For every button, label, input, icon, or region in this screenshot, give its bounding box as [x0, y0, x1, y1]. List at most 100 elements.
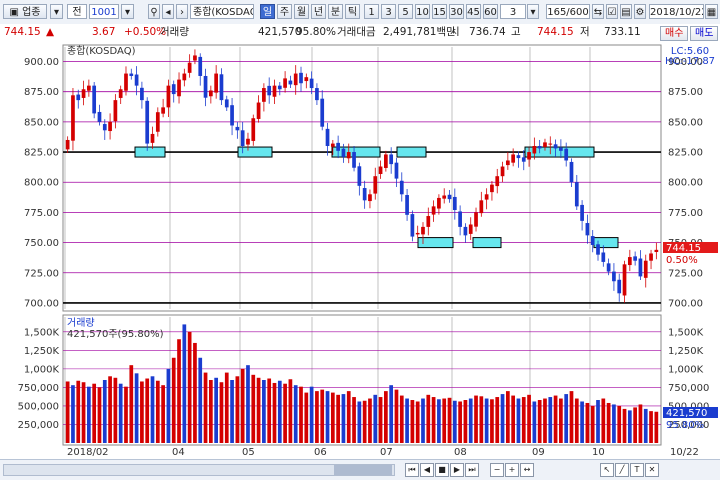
candle-body	[272, 85, 277, 97]
volume-bar	[92, 383, 97, 443]
interval-60[interactable]: 60	[483, 4, 498, 19]
calendar-icon[interactable]: ▦	[705, 4, 718, 19]
settings-icon[interactable]: ⚙	[634, 4, 646, 19]
last-icon[interactable]: ⏭	[465, 463, 479, 477]
candle-body	[293, 73, 298, 86]
volume-bar	[277, 380, 282, 443]
candle-body	[166, 85, 171, 108]
compare-icon[interactable]: ⇆	[592, 4, 604, 19]
volume-bar	[415, 401, 420, 443]
candle-body	[219, 74, 224, 101]
sector-list-button[interactable]: ▾	[50, 4, 63, 19]
period-week[interactable]: 주	[277, 4, 292, 19]
interval-5[interactable]: 5	[398, 4, 413, 19]
volume-bar	[548, 397, 553, 443]
candle-body	[81, 89, 86, 98]
candle-body	[92, 85, 97, 114]
period-minute[interactable]: 분	[328, 4, 343, 19]
chart-background	[0, 41, 720, 459]
code-dropdown-icon[interactable]: ▾	[121, 4, 134, 19]
count-field[interactable]: 165/600	[546, 4, 590, 19]
volume-bar	[161, 385, 165, 443]
candle-body	[65, 139, 70, 150]
chart-canvas[interactable]: 700.00700.00725.00725.00750.00750.00775.…	[0, 41, 720, 459]
candle-body	[230, 105, 234, 126]
candle-body	[267, 85, 272, 96]
period-day[interactable]: 일	[260, 4, 275, 19]
interval-10[interactable]: 10	[415, 4, 430, 19]
volume-bar	[203, 372, 208, 443]
interval-15[interactable]: 15	[432, 4, 447, 19]
last-volume-pct: 95.80%	[666, 420, 704, 431]
period-tick[interactable]: 틱	[345, 4, 360, 19]
candle-body	[612, 271, 616, 282]
chart-toolbar: ▣ 업종 ▾ 전 1001 ▾ ⚲ ◂ › 종합(KOSDAQ) 일 주 월 년…	[0, 0, 720, 25]
interval-3[interactable]: 3	[381, 4, 396, 19]
candle-body	[336, 142, 340, 151]
candle-body	[474, 212, 478, 227]
sector-dropdown[interactable]: ▣ 업종	[3, 4, 47, 19]
candle-body	[134, 74, 139, 86]
last-price-tag-label: 744.15	[666, 243, 701, 254]
fit-icon[interactable]: ↔	[520, 463, 534, 477]
interval-select[interactable]: 3	[500, 4, 526, 19]
scroll-thumb[interactable]	[334, 465, 392, 475]
volume-bar	[564, 394, 569, 443]
volume-bar	[150, 376, 155, 443]
interval-dropdown-icon[interactable]: ▾	[527, 4, 539, 19]
line-tool-icon[interactable]: ╱	[615, 463, 629, 477]
period-month[interactable]: 월	[294, 4, 309, 19]
candle-body	[516, 155, 521, 159]
view-mode-select[interactable]: 전	[67, 4, 87, 19]
pointer-icon[interactable]: ↖	[600, 463, 614, 477]
checkbox-icon[interactable]: ☑	[606, 4, 618, 19]
volume-bar	[240, 368, 245, 443]
volume-bar	[521, 397, 526, 443]
interval-30[interactable]: 30	[449, 4, 464, 19]
speaker-icon[interactable]: ◂	[162, 4, 174, 19]
arrow-icon[interactable]: ›	[176, 4, 188, 19]
prev-icon[interactable]: ◀	[420, 463, 434, 477]
text-tool-icon[interactable]: T	[630, 463, 644, 477]
buy-button[interactable]: 매수	[660, 26, 689, 41]
candle-body	[320, 98, 325, 127]
save-icon[interactable]: ▤	[620, 4, 632, 19]
volume-bar	[235, 376, 240, 443]
period-year[interactable]: 년	[311, 4, 326, 19]
volume-bar	[251, 374, 256, 443]
volume-bar	[585, 402, 590, 443]
volume-bar	[479, 396, 484, 443]
play-icon[interactable]: ▶	[450, 463, 464, 477]
sell-button[interactable]: 매도	[690, 26, 719, 41]
volume-bar	[177, 339, 181, 443]
volume-axis-label-right: 1,250K	[668, 346, 704, 357]
volume-bar	[437, 399, 441, 443]
date-field[interactable]: 2018/10/22	[649, 4, 704, 19]
x-axis-label: 05	[242, 447, 255, 458]
volume-bar	[447, 397, 452, 443]
search-icon[interactable]: ⚲	[148, 4, 160, 19]
scroll-track[interactable]	[3, 464, 395, 476]
candle-body	[442, 195, 447, 199]
zoom-out-icon[interactable]: −	[490, 463, 504, 477]
code-input[interactable]: 1001	[89, 4, 119, 19]
x-axis-label: 2018/02	[67, 447, 109, 458]
volume-bar	[140, 381, 144, 443]
volume-bar	[325, 391, 330, 443]
candle-body	[410, 214, 415, 237]
stop-icon[interactable]: ■	[435, 463, 449, 477]
volume-bar	[256, 377, 261, 443]
volume-bar	[601, 398, 606, 443]
first-icon[interactable]: ⏮	[405, 463, 419, 477]
volume-bar	[330, 392, 335, 443]
candle-body	[129, 73, 134, 76]
volume-bar	[124, 386, 128, 443]
volume-pane-title: 거래량	[67, 317, 95, 329]
interval-1[interactable]: 1	[364, 4, 379, 19]
amount-value: 2,491,781백만	[383, 26, 456, 38]
interval-45[interactable]: 45	[466, 4, 481, 19]
candle-body	[108, 121, 112, 132]
erase-icon[interactable]: ✕	[645, 463, 659, 477]
candle-body	[590, 236, 595, 246]
zoom-in-icon[interactable]: +	[505, 463, 519, 477]
